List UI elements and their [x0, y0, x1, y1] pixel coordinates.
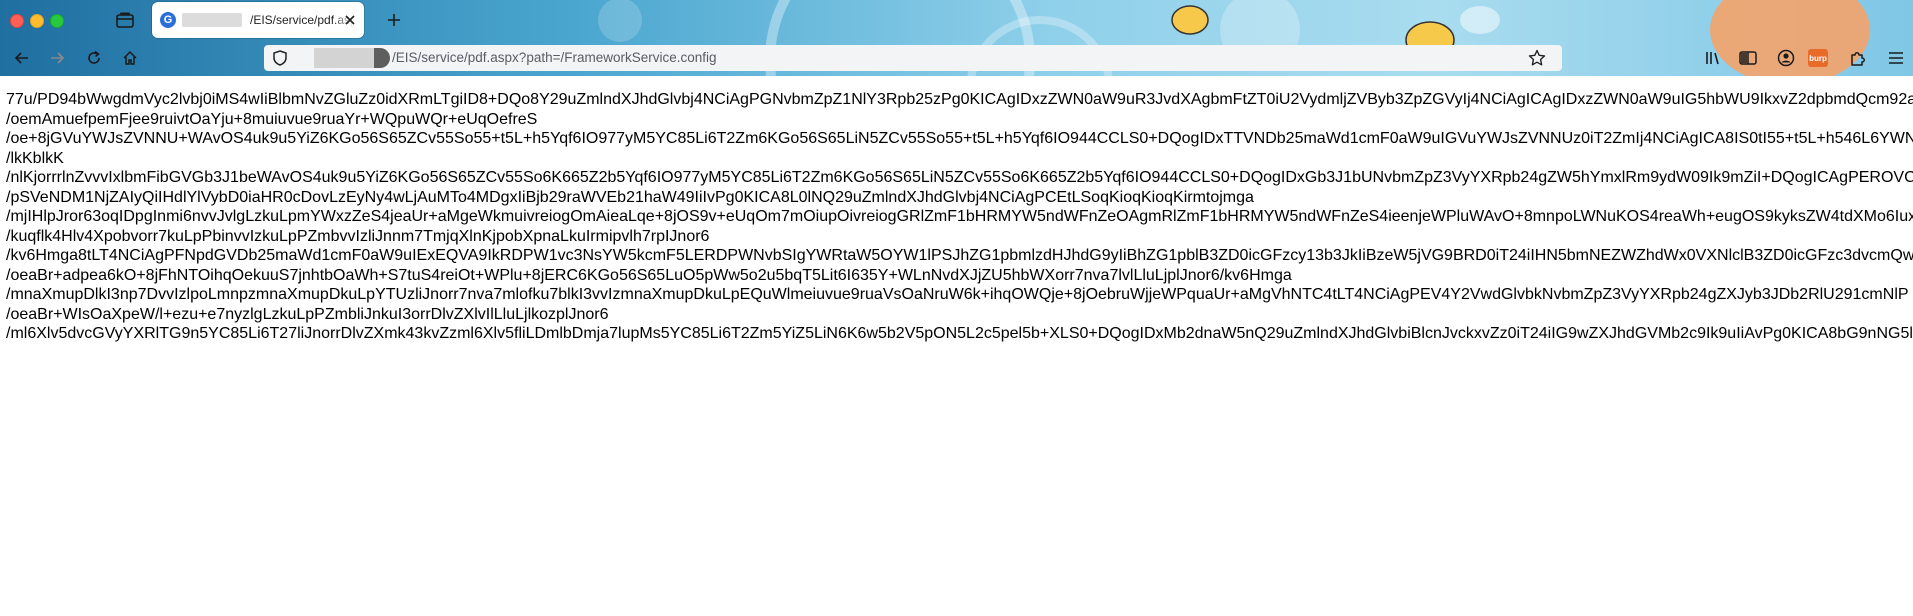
redacted-host [182, 13, 242, 27]
reader-view-icon[interactable] [1736, 46, 1760, 70]
text-line: /kv6Hmga8tLT4NCiAgPFNpdGVDb25maWd1cmF0aW… [6, 247, 1913, 264]
puzzle-piece-icon[interactable] [1846, 46, 1870, 70]
tracking-protection-shield-icon[interactable] [272, 50, 288, 66]
tab-favicon-icon: G [160, 12, 176, 28]
text-line: /ml6Xlv5dvcGVyYXRlTG9n5YC85Li6T27liJnorr… [6, 325, 1913, 342]
text-line: /oemAmuefpemFjee9ruivtOaYju+8muiuvue9rua… [6, 110, 538, 128]
reload-icon[interactable] [82, 47, 106, 69]
tab-title: /EIS/service/pdf.aspx [250, 13, 354, 27]
forward-arrow-icon[interactable] [45, 47, 69, 69]
account-icon[interactable] [1774, 46, 1798, 70]
text-line: /oeaBr+WIsOaXpeW/l+ezu+e7nyzlgLzkuLpPZmb… [6, 305, 609, 323]
text-line: /kuqflk4Hlv4Xpobvorr7kuLpPbinvvIzkuLpPZm… [6, 227, 710, 245]
text-line: /mjIHlpJror63oqIDpgInmi6nvvJvlgLzkuLpmYW… [6, 208, 1913, 225]
hamburger-menu-icon[interactable] [1884, 46, 1908, 70]
window-close-button[interactable] [10, 14, 24, 28]
base64-text-block: 77u/PD94bWwgdmVyc2lvbj0iMS4wIiBlbmNvZGlu… [0, 76, 1913, 344]
plus-icon[interactable] [384, 10, 404, 30]
tab-strip: G /EIS/service/pdf.aspx [0, 0, 1913, 40]
browser-chrome: G /EIS/service/pdf.aspx /EIS/service/pdf… [0, 0, 1913, 76]
text-line: /nlKjorrrlnZvvvIxlbmFibGVGb3J1beWAvOS4uk… [6, 169, 1913, 186]
back-arrow-icon[interactable] [10, 47, 34, 69]
navigation-toolbar: /EIS/service/pdf.aspx?path=/FrameworkSer… [0, 40, 1913, 76]
text-line: /oe+8jGVuYWJsZVNNU+WAvOS4uk9u5YiZ6KGo56S… [6, 130, 1913, 147]
window-minimize-button[interactable] [30, 14, 44, 28]
text-line: 77u/PD94bWwgdmVyc2lvbj0iMS4wIiBlbmNvZGlu… [6, 91, 1913, 108]
page-content: 77u/PD94bWwgdmVyc2lvbj0iMS4wIiBlbmNvZGlu… [0, 76, 1913, 616]
text-line: /mnaXmupDlkI3np7DvvIzlpoLmnpzmnaXmupDkuL… [6, 286, 1909, 303]
star-icon[interactable] [1528, 49, 1546, 67]
text-line: /pSVeNDM1NjZAIyQiIHdlYlVybD0iaHR0cDovLzE… [6, 188, 1254, 206]
library-icon[interactable] [1702, 46, 1726, 70]
burp-extension-button[interactable]: burp [1806, 46, 1830, 70]
address-bar[interactable]: /EIS/service/pdf.aspx?path=/FrameworkSer… [264, 45, 1562, 71]
redacted-host-block [314, 48, 374, 68]
home-icon[interactable] [118, 47, 142, 69]
browser-tab-active[interactable]: G /EIS/service/pdf.aspx [152, 2, 364, 38]
text-line: /oeaBr+adpea6kO+8jFhNTOihqOekuuS7jnhtbOa… [6, 266, 1292, 284]
close-icon[interactable] [342, 12, 358, 28]
tab-list-icon[interactable] [114, 10, 136, 30]
burp-badge: burp [1808, 49, 1828, 67]
text-line: /lkKblkK [6, 149, 64, 167]
url-text[interactable]: /EIS/service/pdf.aspx?path=/FrameworkSer… [392, 50, 717, 65]
window-zoom-button[interactable] [50, 14, 64, 28]
redacted-host-block-dark [374, 48, 390, 68]
